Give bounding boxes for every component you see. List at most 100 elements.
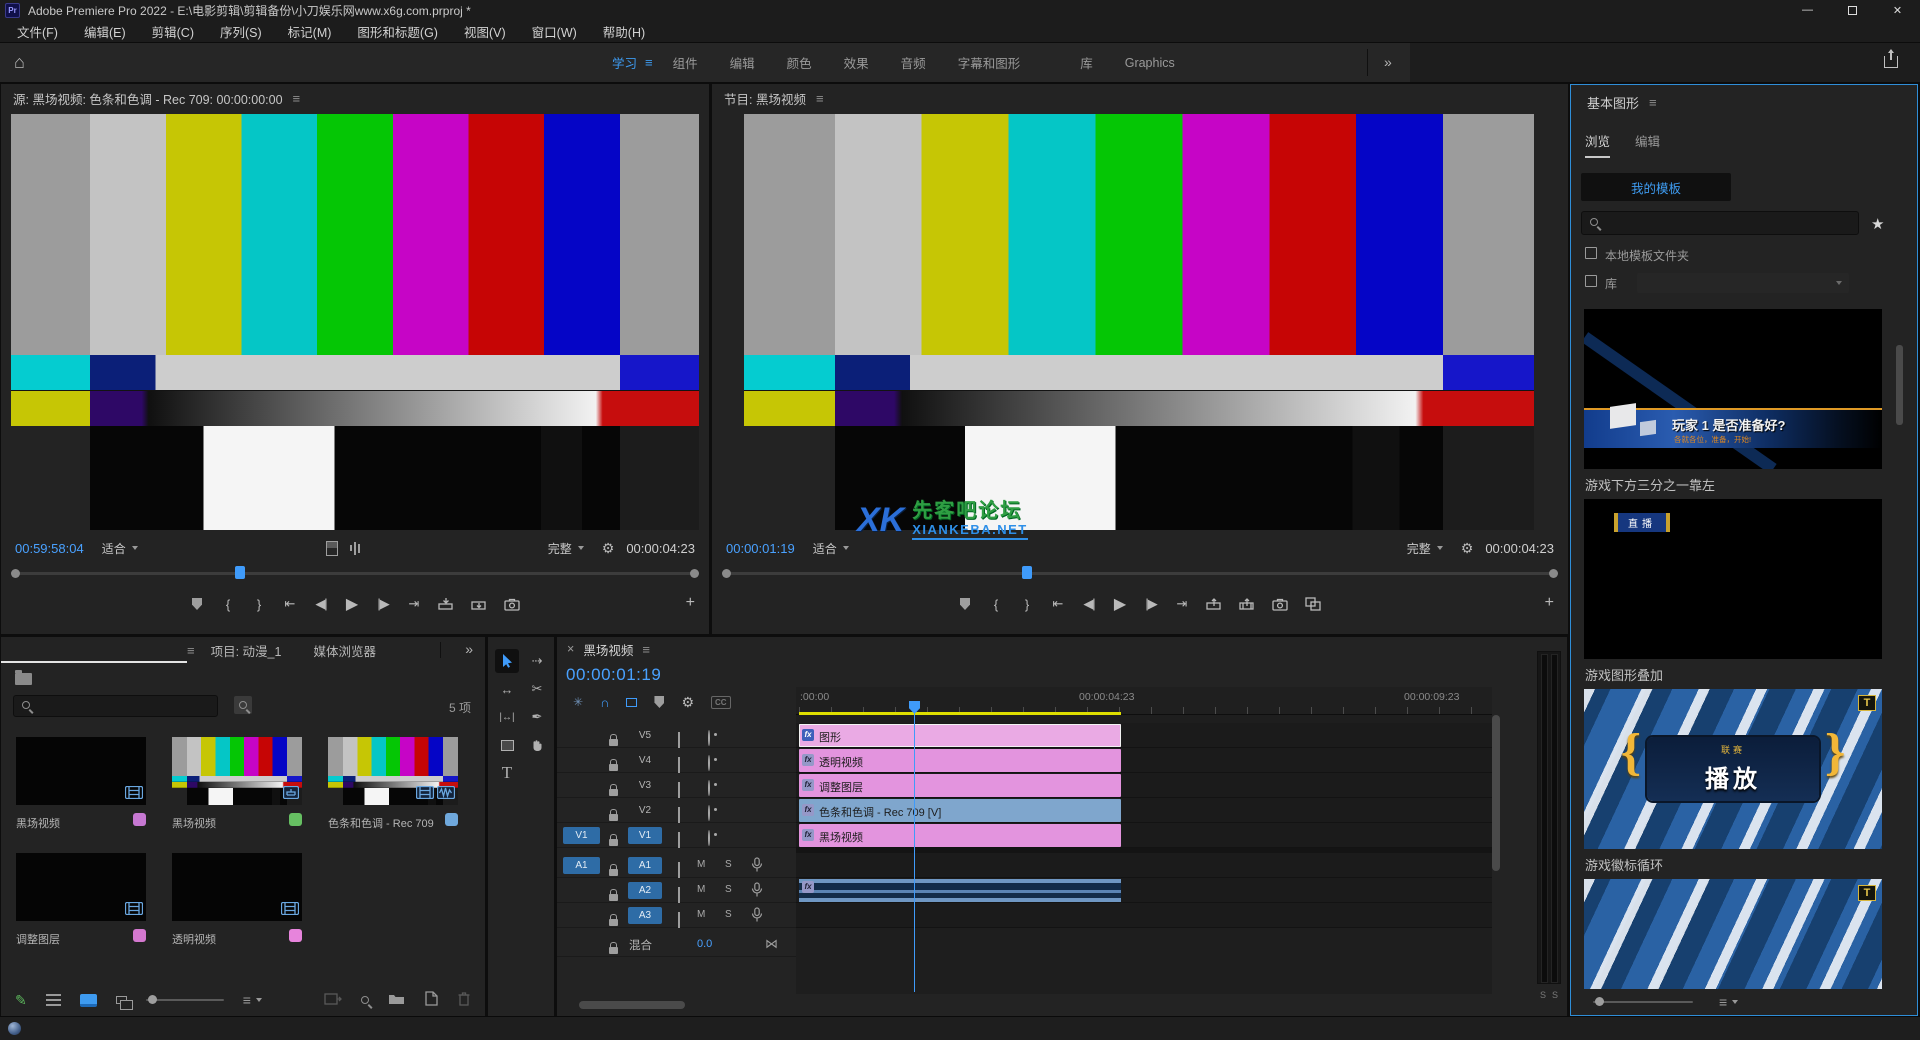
label-color-dot[interactable] [445, 813, 458, 826]
workspace-tab-menu-icon[interactable]: ≡ [645, 55, 653, 70]
project-item-thumbnail[interactable] [16, 737, 146, 805]
ripple-edit-tool[interactable]: ↔ [495, 677, 519, 701]
extract-icon[interactable] [1239, 598, 1255, 611]
step-forward-icon[interactable]: |▶ [1144, 596, 1158, 612]
home-icon[interactable]: ⌂ [14, 52, 25, 73]
project-item-name[interactable]: 黑场视频 [16, 815, 128, 831]
workspace-tab-color[interactable]: 颜色 [771, 53, 828, 72]
delete-icon[interactable] [457, 991, 471, 1009]
captions-icon[interactable]: CC [711, 696, 731, 709]
track-lock-icon[interactable] [609, 739, 618, 746]
minimize-button[interactable]: — [1785, 0, 1830, 20]
clip-graphic[interactable]: fx 图形 [799, 724, 1121, 747]
track-output-icon[interactable] [678, 782, 680, 798]
solo-right-button[interactable]: S [1552, 990, 1558, 1000]
add-marker-icon[interactable] [958, 598, 972, 610]
solo-button[interactable]: S [725, 884, 732, 895]
mix-gain-value[interactable]: 0.0 [697, 938, 712, 950]
source-patch-audio[interactable]: A1 [563, 857, 600, 874]
menu-window[interactable]: 窗口(W) [519, 22, 590, 41]
track-output-icon[interactable] [678, 887, 680, 903]
scrollbar-thumb[interactable] [1896, 345, 1903, 425]
source-resolution-select[interactable]: 完整 [542, 538, 590, 559]
menu-clip[interactable]: 剪辑(C) [139, 22, 207, 41]
track-lane-a3[interactable] [796, 903, 1492, 928]
panel-menu-icon[interactable]: ≡ [293, 91, 301, 106]
template-name[interactable]: 游戏徽标循环 [1585, 855, 1663, 874]
add-marker-icon[interactable] [654, 696, 664, 708]
label-color-dot[interactable] [133, 929, 146, 942]
voiceover-mic-icon[interactable] [751, 857, 763, 876]
bin-navigate-up-icon[interactable] [15, 673, 32, 685]
razor-tool[interactable]: ✂ [525, 677, 549, 701]
clip-transparent-video[interactable]: fx 透明视频 [799, 749, 1121, 772]
project-search-input[interactable] [38, 697, 213, 715]
overwrite-icon[interactable] [471, 598, 487, 611]
tab-edit[interactable]: 编辑 [1635, 131, 1660, 156]
lift-icon[interactable] [1206, 598, 1222, 611]
thumbnail-zoom-slider[interactable] [1593, 1001, 1693, 1003]
mute-button[interactable]: M [697, 884, 705, 895]
workspace-tab-graphics[interactable]: Graphics [1109, 56, 1191, 70]
track-output-icon[interactable] [678, 757, 680, 773]
zoom-handle-right[interactable] [690, 569, 699, 578]
menu-edit[interactable]: 编辑(E) [71, 22, 139, 41]
panel-menu-icon[interactable]: ≡ [816, 91, 824, 106]
insert-icon[interactable] [438, 598, 454, 611]
close-button[interactable]: ✕ [1875, 0, 1920, 20]
template-name[interactable]: 游戏下方三分之一靠左 [1585, 475, 1715, 494]
menu-file[interactable]: 文件(F) [4, 22, 71, 41]
button-editor-icon[interactable]: + [1545, 594, 1554, 612]
mark-in-icon[interactable]: { [989, 597, 1003, 612]
linked-selection-icon[interactable] [626, 698, 637, 707]
sequence-tab[interactable]: 黑场视频 [583, 640, 633, 659]
export-frame-icon[interactable] [504, 598, 520, 611]
maximize-button[interactable] [1830, 0, 1875, 20]
tab-overflow-icon[interactable]: » [465, 641, 473, 657]
tab-media-browser[interactable]: 媒体浏览器 [297, 641, 392, 660]
scrollbar-thumb[interactable] [579, 1001, 685, 1009]
workspace-tab-libraries[interactable]: 库 [1064, 53, 1109, 72]
program-scrubber[interactable] [722, 565, 1558, 581]
source-video-viewport[interactable] [11, 114, 699, 530]
template-item-thumbnail[interactable]: 直播 [1584, 499, 1882, 659]
clip-bars-and-tone[interactable]: fx 色条和色调 - Rec 709 [V] [799, 799, 1121, 822]
track-lock-icon[interactable] [609, 839, 618, 846]
track-label[interactable]: A3 [628, 907, 662, 924]
program-zoom-select[interactable]: 适合 [807, 538, 855, 559]
workspace-tab-assembly[interactable]: 组件 [657, 53, 714, 72]
mark-in-icon[interactable]: { [221, 597, 235, 612]
go-to-in-icon[interactable]: ⇤ [1051, 596, 1065, 612]
type-tool[interactable]: T [495, 761, 519, 785]
new-item-icon[interactable] [424, 991, 438, 1009]
track-visibility-icon[interactable] [708, 755, 710, 771]
snap-magnet-icon[interactable]: ∩ [600, 695, 609, 710]
template-name[interactable]: 游戏图形叠加 [1585, 665, 1663, 684]
timeline-vertical-scrollbar[interactable] [1492, 715, 1500, 990]
track-visibility-icon[interactable] [708, 780, 710, 796]
track-lock-icon[interactable] [609, 764, 618, 771]
mute-button[interactable]: M [697, 909, 705, 920]
track-label[interactable]: V5 [628, 727, 662, 744]
solo-left-button[interactable]: S [1540, 990, 1546, 1000]
add-marker-icon[interactable] [190, 598, 204, 610]
track-lock-icon[interactable] [609, 947, 618, 954]
scrubber-track[interactable] [730, 572, 1550, 575]
project-item-thumbnail[interactable] [16, 853, 146, 921]
timeline-horizontal-scrollbar[interactable] [563, 1000, 1487, 1010]
settings-wrench-icon[interactable]: ⚙ [602, 540, 615, 557]
project-item-name[interactable]: 透明视频 [172, 931, 284, 947]
menu-sequence[interactable]: 序列(S) [207, 22, 275, 41]
voiceover-mic-icon[interactable] [751, 882, 763, 901]
clip-adjustment-layer[interactable]: fx 调整图层 [799, 774, 1121, 797]
voiceover-mic-icon[interactable] [751, 907, 763, 926]
icon-view-icon[interactable] [80, 994, 97, 1007]
label-color-dot[interactable] [133, 813, 146, 826]
clip-black-video[interactable]: fx 黑场视频 [799, 824, 1121, 847]
clip-audio[interactable]: fx [799, 879, 1121, 902]
libraries-label[interactable]: 库 [1605, 275, 1617, 292]
mark-out-icon[interactable]: } [1020, 597, 1034, 612]
project-item-name[interactable]: 调整图层 [16, 931, 128, 947]
play-icon[interactable]: ▶ [1113, 594, 1127, 614]
mark-out-icon[interactable]: } [252, 597, 266, 612]
